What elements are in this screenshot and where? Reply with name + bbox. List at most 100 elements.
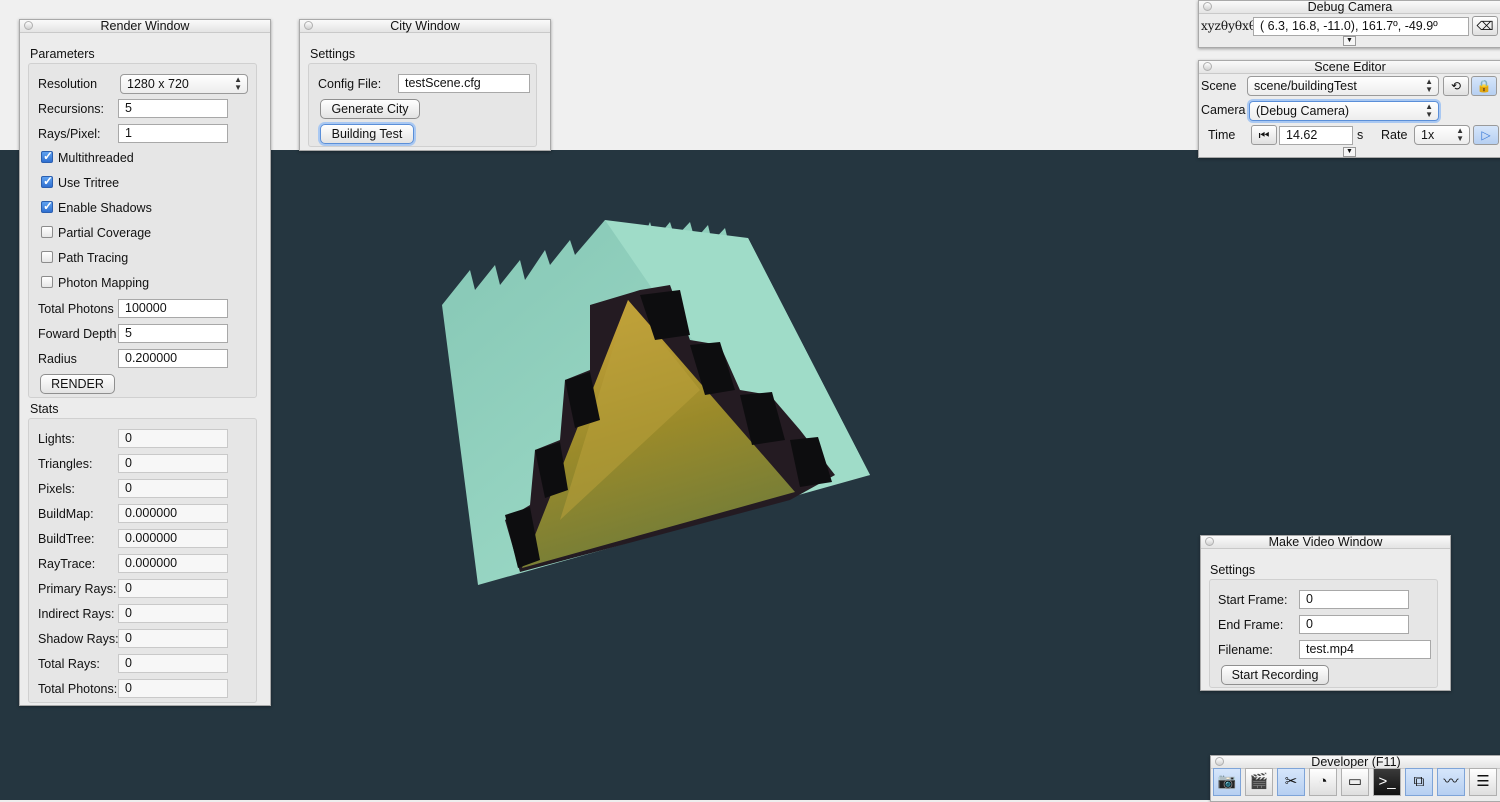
radius-input[interactable]: 0.200000 bbox=[118, 349, 228, 368]
config-file-label: Config File: bbox=[318, 77, 382, 91]
close-icon[interactable] bbox=[1203, 62, 1212, 71]
stat-pixels-value: 0 bbox=[118, 479, 228, 498]
camera-label: Camera bbox=[1201, 103, 1246, 117]
stat-primary-rays-label: Primary Rays: bbox=[38, 582, 117, 596]
developer-toolbar: Developer (F11) 📷 🎬 ✂ ◔ ▭ >_ ⧉ 〰 ☰ bbox=[1210, 755, 1500, 802]
stat-lights-value: 0 bbox=[118, 429, 228, 448]
building-test-button[interactable]: Building Test bbox=[320, 124, 414, 144]
make-video-titlebar[interactable]: Make Video Window bbox=[1201, 536, 1450, 549]
camera-coords-input[interactable]: ( 6.3, 16.8, -11.0), 161.7º, -49.9º bbox=[1253, 17, 1469, 36]
play-icon[interactable]: ▷ bbox=[1473, 125, 1499, 145]
tools-icon[interactable]: ✂ bbox=[1277, 768, 1305, 796]
use-tritree-checkbox[interactable] bbox=[41, 174, 53, 188]
close-icon[interactable] bbox=[1203, 2, 1212, 11]
multithreaded-checkbox[interactable] bbox=[41, 149, 53, 163]
radius-label: Radius bbox=[38, 352, 77, 366]
scene-editor-title: Scene Editor bbox=[1314, 60, 1386, 74]
reload-icon[interactable]: ⟲ bbox=[1443, 76, 1469, 96]
enable-shadows-label: Enable Shadows bbox=[58, 201, 152, 215]
camera-icon[interactable]: 📷 bbox=[1213, 768, 1241, 796]
stat-buildmap-value: 0.000000 bbox=[118, 504, 228, 523]
use-tritree-label: Use Tritree bbox=[58, 176, 120, 190]
filename-input[interactable]: test.mp4 bbox=[1299, 640, 1431, 659]
stat-raytrace-value: 0.000000 bbox=[118, 554, 228, 573]
start-recording-button[interactable]: Start Recording bbox=[1221, 665, 1329, 685]
scene-editor-titlebar[interactable]: Scene Editor bbox=[1199, 61, 1500, 74]
scene-editor-window: Scene Editor Scene scene/buildingTest ▲ ▼… bbox=[1198, 60, 1500, 158]
developer-title: Developer (F11) bbox=[1311, 755, 1401, 769]
render-window-title: Render Window bbox=[100, 19, 190, 33]
city-window-title: City Window bbox=[390, 19, 460, 33]
stat-buildmap-label: BuildMap: bbox=[38, 507, 94, 521]
eraser-icon[interactable]: ⌫ bbox=[1472, 16, 1498, 36]
render-window-titlebar[interactable]: Render Window bbox=[20, 20, 270, 33]
close-icon[interactable] bbox=[1205, 537, 1214, 546]
enable-shadows-checkbox[interactable] bbox=[41, 199, 53, 213]
make-video-window: Make Video Window Settings Start Frame: … bbox=[1200, 535, 1451, 691]
partial-coverage-label: Partial Coverage bbox=[58, 226, 152, 240]
windows-icon[interactable]: ⧉ bbox=[1405, 768, 1433, 796]
debug-camera-title: Debug Camera bbox=[1307, 0, 1393, 14]
rate-select[interactable]: 1x ▲ ▼ bbox=[1414, 125, 1470, 145]
lock-icon[interactable]: 🔒 bbox=[1471, 76, 1497, 96]
debug-camera-window: Debug Camera xyzθyθxθz ( 6.3, 16.8, -11.… bbox=[1198, 0, 1500, 48]
document-icon[interactable]: ☰ bbox=[1469, 768, 1497, 796]
expand-arrow-icon[interactable]: ▼ bbox=[1343, 147, 1356, 157]
select-arrows-icon: ▲ ▼ bbox=[1425, 77, 1433, 94]
start-frame-input[interactable]: 0 bbox=[1299, 590, 1409, 609]
terminal-icon[interactable]: >_ bbox=[1373, 768, 1401, 796]
stat-buildtree-value: 0.000000 bbox=[118, 529, 228, 548]
multithreaded-label: Multithreaded bbox=[58, 151, 134, 165]
rays-per-pixel-input[interactable]: 1 bbox=[118, 124, 228, 143]
recursions-label: Recursions: bbox=[38, 102, 104, 116]
render-button[interactable]: RENDER bbox=[40, 374, 115, 394]
close-icon[interactable] bbox=[24, 21, 33, 30]
end-frame-label: End Frame: bbox=[1218, 618, 1284, 632]
time-input[interactable]: 14.62 bbox=[1279, 126, 1353, 145]
camera-select[interactable]: (Debug Camera) ▲ ▼ bbox=[1249, 101, 1439, 121]
select-arrows-icon: ▲ ▼ bbox=[1425, 102, 1433, 119]
resolution-select[interactable]: 1280 x 720 ▲ ▼ bbox=[120, 74, 248, 94]
camera-value: (Debug Camera) bbox=[1256, 104, 1350, 118]
recursions-input[interactable]: 5 bbox=[118, 99, 228, 118]
rays-per-pixel-label: Rays/Pixel: bbox=[38, 127, 101, 141]
scene-select[interactable]: scene/buildingTest ▲ ▼ bbox=[1247, 76, 1439, 96]
path-tracing-checkbox[interactable] bbox=[41, 251, 53, 263]
stat-buildtree-label: BuildTree: bbox=[38, 532, 95, 546]
scene-label: Scene bbox=[1201, 79, 1237, 93]
render-window: Render Window Parameters Resolution 1280… bbox=[19, 19, 271, 706]
partial-coverage-checkbox[interactable] bbox=[41, 226, 53, 238]
stat-pixels-label: Pixels: bbox=[38, 482, 75, 496]
new-window-icon[interactable]: ▭ bbox=[1341, 768, 1369, 796]
stat-indirect-rays-value: 0 bbox=[118, 604, 228, 623]
select-arrows-icon: ▲ ▼ bbox=[1456, 126, 1464, 143]
time-unit: s bbox=[1357, 128, 1364, 142]
rate-value: 1x bbox=[1421, 128, 1435, 142]
city-window-titlebar[interactable]: City Window bbox=[300, 20, 550, 33]
end-frame-input[interactable]: 0 bbox=[1299, 615, 1409, 634]
forward-depth-input[interactable]: 5 bbox=[118, 324, 228, 343]
stat-total-photons-value: 0 bbox=[118, 679, 228, 698]
activity-monitor-icon[interactable]: 〰 bbox=[1437, 768, 1465, 796]
generate-city-button[interactable]: Generate City bbox=[320, 99, 420, 119]
stat-total-rays-value: 0 bbox=[118, 654, 228, 673]
photon-mapping-checkbox[interactable] bbox=[41, 276, 53, 288]
debug-camera-titlebar[interactable]: Debug Camera bbox=[1199, 1, 1500, 14]
filename-label: Filename: bbox=[1218, 643, 1273, 657]
stat-shadow-rays-label: Shadow Rays: bbox=[38, 632, 119, 646]
make-video-title: Make Video Window bbox=[1268, 535, 1383, 549]
stats-label: Stats bbox=[30, 402, 59, 416]
time-label: Time bbox=[1208, 128, 1236, 142]
rate-label: Rate bbox=[1381, 128, 1408, 142]
clapperboard-icon[interactable]: 🎬 bbox=[1245, 768, 1273, 796]
close-icon[interactable] bbox=[1215, 757, 1224, 766]
config-file-input[interactable]: testScene.cfg bbox=[398, 74, 530, 93]
total-photons-input[interactable]: 100000 bbox=[118, 299, 228, 318]
close-icon[interactable] bbox=[304, 21, 313, 30]
rewind-icon[interactable]: ⏮ bbox=[1251, 125, 1277, 145]
start-frame-label: Start Frame: bbox=[1218, 593, 1288, 607]
stat-total-photons-label: Total Photons: bbox=[38, 682, 118, 696]
total-photons-label: Total Photons bbox=[38, 302, 114, 316]
expand-arrow-icon[interactable]: ▼ bbox=[1343, 36, 1356, 46]
clock-icon[interactable]: ◔ bbox=[1309, 768, 1337, 796]
